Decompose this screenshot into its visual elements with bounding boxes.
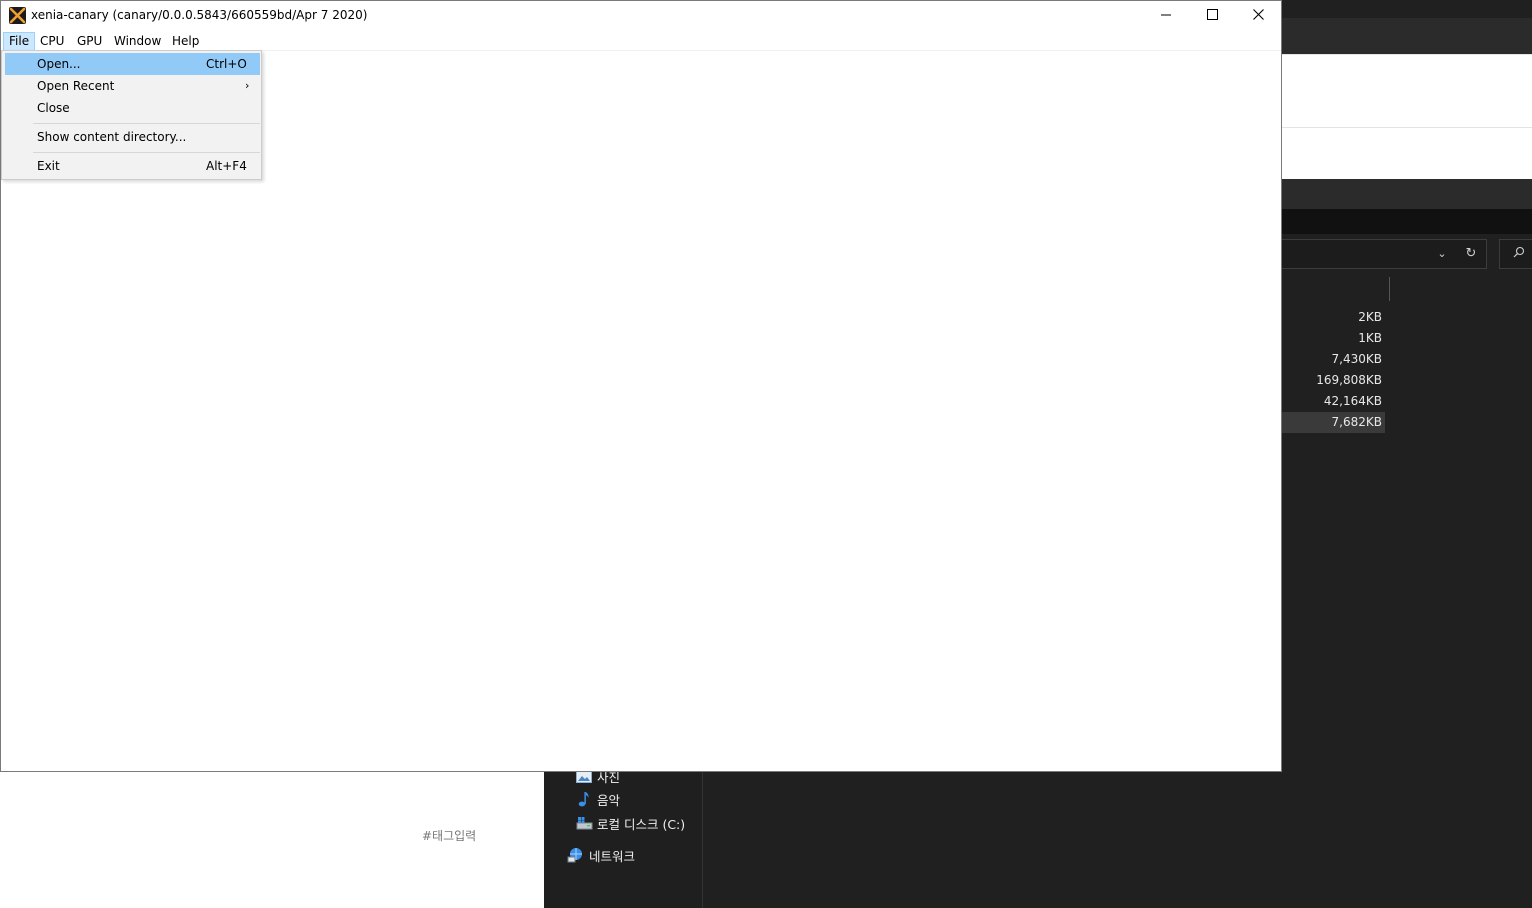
- menu-item-exit[interactable]: Exit Alt+F4: [5, 155, 260, 177]
- nav-item-label: 네트워크: [589, 848, 636, 864]
- menu-gpu[interactable]: GPU: [72, 32, 107, 51]
- menu-separator: [33, 152, 260, 153]
- menu-item-open-recent[interactable]: Open Recent ›: [5, 75, 260, 97]
- menu-cpu[interactable]: CPU: [35, 32, 69, 51]
- menu-separator: [33, 123, 260, 124]
- menu-item-label: Show content directory...: [37, 130, 187, 144]
- chevron-down-icon[interactable]: ⌄: [1434, 245, 1450, 263]
- menu-item-shortcut: Alt+F4: [206, 159, 247, 173]
- file-menu-dropdown: Open... Ctrl+O Open Recent › Close Show …: [1, 50, 262, 180]
- menu-bar: File CPU GPU Window Help: [1, 31, 1281, 51]
- background-window-strip: [1281, 0, 1532, 18]
- xenia-x-icon: [9, 7, 26, 24]
- nav-item-local-disk[interactable]: 로컬 디스크 (C:): [575, 812, 685, 834]
- file-size-cell[interactable]: 7,430KB: [1281, 349, 1385, 370]
- file-size-cell[interactable]: 169,808KB: [1281, 370, 1385, 391]
- explorer-navigation-pane: 사진 음악 로컬 디스크 (C:) 네트워크: [544, 769, 703, 908]
- menu-item-label: Exit: [37, 159, 60, 173]
- close-button[interactable]: [1235, 1, 1281, 31]
- maximize-icon: [1206, 9, 1218, 23]
- menu-window[interactable]: Window: [109, 32, 166, 51]
- nav-item-label: 로컬 디스크 (C:): [597, 816, 686, 832]
- file-size-cell[interactable]: 1KB: [1281, 328, 1385, 349]
- tag-input-placeholder[interactable]: #태그입력: [422, 827, 476, 844]
- file-size-cell[interactable]: 2KB: [1281, 307, 1385, 328]
- menu-item-shortcut: Ctrl+O: [206, 57, 247, 71]
- file-size-cell-selected[interactable]: 7,682KB: [1281, 412, 1385, 433]
- menu-file[interactable]: File: [3, 32, 36, 51]
- file-size-column: 2KB 1KB 7,430KB 169,808KB 42,164KB 7,682…: [1281, 307, 1385, 433]
- menu-item-show-content-directory[interactable]: Show content directory...: [5, 126, 260, 148]
- nav-item-music[interactable]: 음악: [575, 788, 620, 810]
- menu-item-close[interactable]: Close: [5, 97, 260, 119]
- nav-item-label: 음악: [597, 792, 621, 808]
- refresh-icon[interactable]: ↻: [1463, 245, 1479, 263]
- minimize-button[interactable]: [1143, 1, 1189, 31]
- submenu-arrow-icon: ›: [245, 79, 250, 92]
- background-tab-bar: [1281, 18, 1532, 54]
- column-header-divider[interactable]: [1389, 277, 1390, 301]
- menu-item-label: Open...: [37, 57, 81, 71]
- local-disk-icon: [575, 815, 593, 831]
- menu-item-label: Close: [37, 101, 70, 115]
- title-bar[interactable]: xenia-canary (canary/0.0.0.5843/660559bd…: [1, 1, 1281, 31]
- explorer-address-bar[interactable]: [1281, 239, 1487, 269]
- menu-help[interactable]: Help: [167, 32, 204, 51]
- explorer-ribbon: [1281, 179, 1532, 209]
- menu-item-label: Open Recent: [37, 79, 115, 93]
- minimize-icon: [1161, 9, 1171, 23]
- network-icon: [567, 847, 585, 863]
- close-icon: [1252, 9, 1264, 23]
- music-note-icon: [575, 791, 593, 807]
- background-browser-panel: [1281, 54, 1532, 179]
- file-size-cell[interactable]: 42,164KB: [1281, 391, 1385, 412]
- explorer-ribbon-bar: [1281, 209, 1532, 234]
- nav-item-network[interactable]: 네트워크: [567, 844, 635, 866]
- window-title: xenia-canary (canary/0.0.0.5843/660559bd…: [31, 8, 368, 22]
- search-icon[interactable]: [1511, 245, 1527, 263]
- menu-item-open[interactable]: Open... Ctrl+O: [5, 53, 260, 75]
- maximize-button[interactable]: [1189, 1, 1235, 31]
